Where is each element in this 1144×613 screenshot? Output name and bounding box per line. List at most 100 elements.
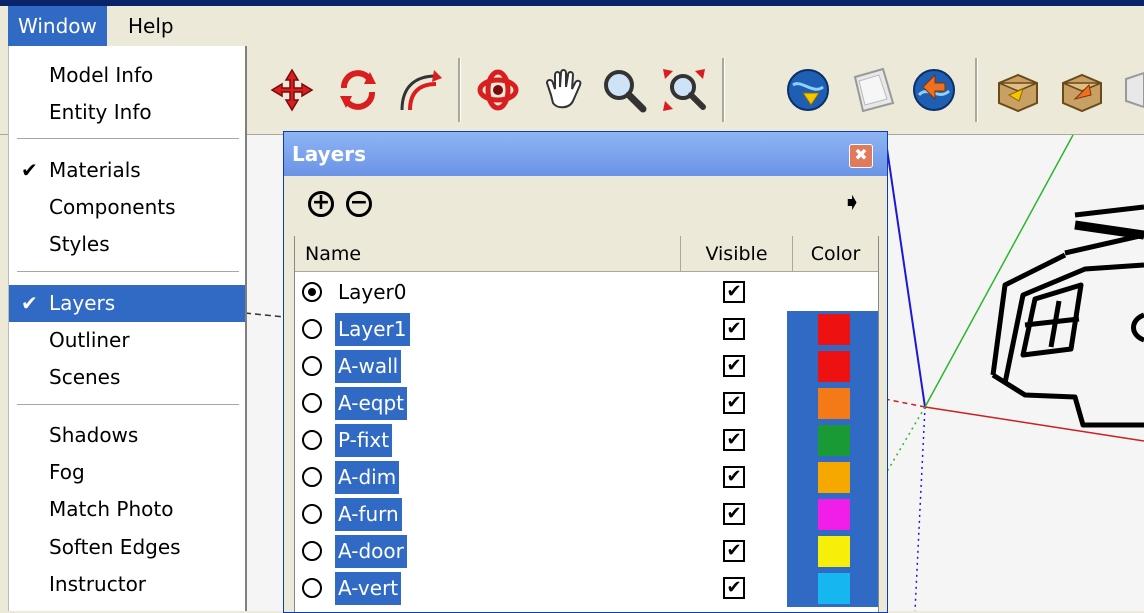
menu-separator (17, 271, 239, 273)
layer-color-swatch[interactable] (818, 536, 850, 567)
layer-name[interactable]: Layer1 (335, 313, 410, 346)
menu-item-styles[interactable]: Styles (9, 226, 245, 263)
table-row[interactable]: A-furn ✔ (295, 496, 878, 533)
menu-item-soften-edges[interactable]: Soften Edges (9, 529, 245, 566)
offset-icon[interactable] (392, 62, 448, 118)
active-layer-radio[interactable] (302, 430, 322, 450)
menu-item-match-photo[interactable]: Match Photo (9, 491, 245, 528)
menu-item-model-info[interactable]: Model Info (9, 57, 245, 94)
visible-checkbox[interactable]: ✔ (723, 355, 745, 377)
close-icon[interactable]: ✖ (849, 144, 873, 168)
toolbar-separator (458, 58, 461, 122)
table-row[interactable]: A-wall ✔ (295, 348, 878, 385)
menu-item-instructor[interactable]: Instructor (9, 566, 245, 603)
menu-item-label: Fog (49, 460, 85, 484)
active-layer-radio[interactable] (302, 467, 322, 487)
visible-checkbox[interactable]: ✔ (723, 318, 745, 340)
active-layer-radio[interactable] (302, 319, 322, 339)
visible-checkbox[interactable]: ✔ (723, 577, 745, 599)
layer-color-swatch[interactable] (818, 462, 850, 493)
menu-item-shadows[interactable]: Shadows (9, 417, 245, 454)
more-tools-icon[interactable] (1118, 62, 1144, 118)
menu-item-label: Outliner (49, 328, 130, 352)
window-menu: Model Info Entity Info ✔ Materials Compon… (8, 46, 247, 611)
layer-name[interactable]: A-vert (335, 572, 402, 605)
visible-checkbox[interactable]: ✔ (723, 429, 745, 451)
menu-item-label: Components (49, 195, 176, 219)
zoom-icon[interactable] (596, 62, 652, 118)
active-layer-radio[interactable] (302, 282, 322, 302)
visible-checkbox[interactable]: ✔ (723, 392, 745, 414)
layer-color-swatch[interactable] (818, 388, 850, 419)
add-layer-button[interactable]: + (308, 191, 334, 217)
menu-help[interactable]: Help (118, 6, 184, 46)
layer-color-swatch[interactable] (818, 573, 850, 604)
share-model-icon[interactable] (906, 62, 962, 118)
layers-title: Layers (284, 132, 887, 176)
layers-dialog: Layers ✖ + − ➧ Name Visible Color Layer0… (283, 131, 888, 613)
table-row[interactable]: A-dim ✔ (295, 459, 878, 496)
layer-color-swatch[interactable] (818, 314, 850, 345)
toolbar-separator (975, 58, 978, 122)
component-box-icon[interactable] (990, 62, 1046, 118)
table-row[interactable]: A-vert ✔ (295, 570, 878, 607)
menu-item-label: Scenes (49, 365, 121, 389)
active-layer-radio[interactable] (302, 356, 322, 376)
rotate-icon[interactable] (330, 62, 386, 118)
table-row[interactable]: P-fixt ✔ (295, 422, 878, 459)
visible-checkbox[interactable]: ✔ (723, 503, 745, 525)
orbit-icon[interactable] (470, 62, 526, 118)
move-arrows-icon[interactable] (264, 62, 320, 118)
pan-icon[interactable] (536, 62, 592, 118)
menu-window[interactable]: Window (8, 6, 107, 46)
active-layer-radio[interactable] (302, 541, 322, 561)
zoom-extents-icon[interactable] (656, 62, 712, 118)
layer-name[interactable]: Layer0 (335, 276, 410, 309)
menu-item-layers[interactable]: ✔ Layers (9, 285, 245, 322)
active-layer-radio[interactable] (302, 578, 322, 598)
layers-toolbar: + − ➧ (294, 178, 874, 230)
column-header-visible[interactable]: Visible (681, 236, 793, 272)
layer-name[interactable]: A-wall (335, 350, 402, 383)
table-row[interactable]: Layer0 ✔ (295, 274, 878, 311)
visible-checkbox[interactable]: ✔ (723, 540, 745, 562)
layer-color-swatch[interactable] (818, 499, 850, 530)
active-layer-radio[interactable] (302, 393, 322, 413)
table-row[interactable]: A-eqpt ✔ (295, 385, 878, 422)
delete-layer-button[interactable]: − (346, 191, 372, 217)
menu-item-outliner[interactable]: Outliner (9, 322, 245, 359)
menu-item-fog[interactable]: Fog (9, 454, 245, 491)
active-layer-radio[interactable] (302, 504, 322, 524)
layer-color-swatch[interactable] (818, 425, 850, 456)
visible-checkbox[interactable]: ✔ (723, 466, 745, 488)
menu-item-label: Instructor (49, 572, 147, 596)
column-header-name[interactable]: Name (295, 236, 681, 272)
share-component-icon[interactable] (1054, 62, 1110, 118)
menu-item-label: Match Photo (49, 497, 174, 521)
layers-table: Name Visible Color Layer0 ✔ Layer1 ✔ A-wall ✔… (294, 236, 879, 612)
column-header-color[interactable]: Color (793, 236, 878, 272)
table-row[interactable]: A-door ✔ (295, 533, 878, 570)
layer-name[interactable]: A-furn (335, 498, 402, 531)
visible-checkbox[interactable]: ✔ (723, 281, 745, 303)
checkmark-icon: ✔ (21, 291, 38, 315)
details-arrow-icon[interactable]: ➧ (842, 188, 862, 216)
menu-item-scenes[interactable]: Scenes (9, 359, 245, 396)
menu-item-entity-info[interactable]: Entity Info (9, 94, 245, 131)
layer-name[interactable]: A-door (335, 535, 407, 568)
menu-item-components[interactable]: Components (9, 189, 245, 226)
section-plane-icon[interactable] (846, 62, 902, 118)
layer-name[interactable]: P-fixt (335, 424, 393, 457)
menu-item-materials[interactable]: ✔ Materials (9, 152, 245, 189)
menu-separator (17, 404, 239, 406)
blue-axis (884, 135, 926, 408)
table-row[interactable]: Layer1 ✔ (295, 311, 878, 348)
layer-color-swatch[interactable] (818, 351, 850, 382)
menu-item-label: Entity Info (49, 100, 152, 124)
layer-name[interactable]: A-eqpt (335, 387, 407, 420)
layer-name[interactable]: A-dim (335, 461, 400, 494)
get-models-icon[interactable] (780, 62, 836, 118)
menu-item-label: Materials (49, 158, 141, 182)
checkmark-icon: ✔ (21, 158, 38, 182)
menu-separator (17, 138, 239, 140)
